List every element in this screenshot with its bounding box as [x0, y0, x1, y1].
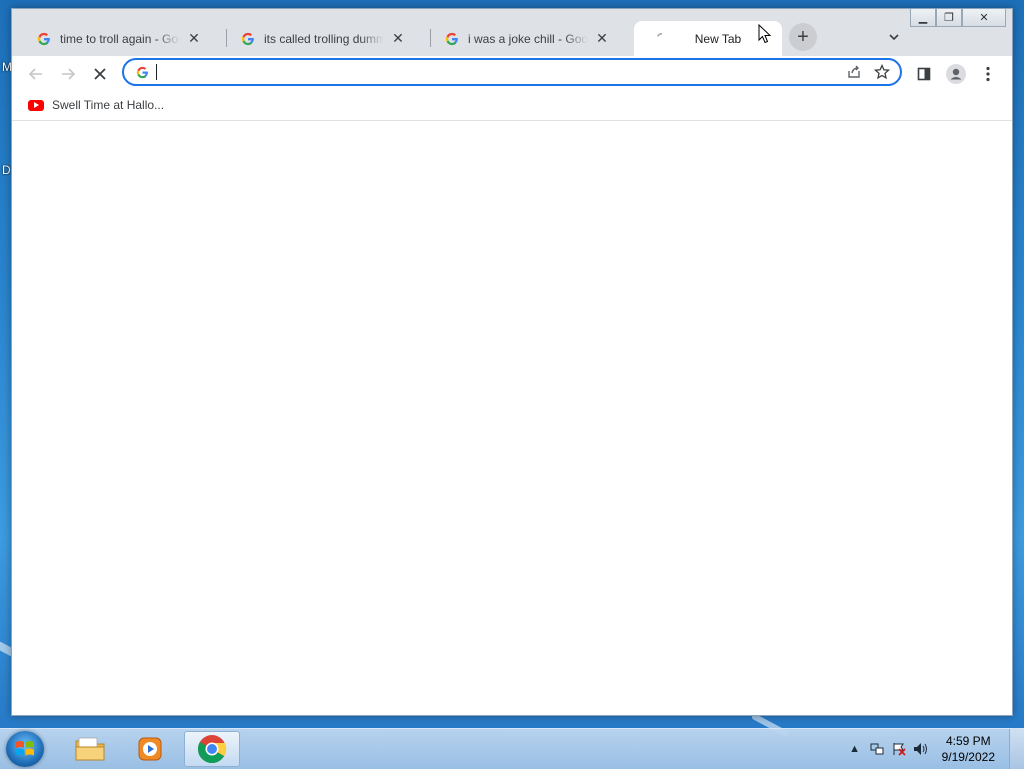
chevron-down-icon: [889, 34, 899, 41]
browser-window: time to troll again - Google ✕ its calle…: [11, 8, 1013, 716]
close-icon[interactable]: ✕: [186, 30, 202, 47]
system-tray: ▲ 4:59 PM 9/19/2022: [844, 729, 1024, 769]
google-g-icon: [444, 31, 460, 47]
youtube-icon: [28, 99, 44, 111]
close-icon[interactable]: ✕: [594, 30, 610, 47]
media-player-icon: [138, 737, 162, 761]
minimize-button[interactable]: ▁: [910, 9, 936, 27]
address-bar[interactable]: [122, 58, 902, 86]
tab-search-button[interactable]: [884, 27, 904, 47]
forward-button[interactable]: [54, 60, 82, 88]
share-button[interactable]: [840, 60, 868, 84]
omnibox-input[interactable]: [163, 61, 840, 83]
stop-x-icon: [94, 68, 106, 80]
side-panel-icon: [917, 67, 931, 81]
clock[interactable]: 4:59 PM 9/19/2022: [942, 733, 995, 765]
bookmarks-bar: Swell Time at Hallo...: [12, 91, 1012, 121]
close-window-button[interactable]: ✕: [962, 9, 1006, 27]
tab-title: i was a joke chill - Google Se: [468, 31, 588, 46]
forward-arrow-icon: [62, 68, 76, 80]
avatar-icon: [946, 64, 966, 84]
tab-title: its called trolling dummy - G: [264, 31, 384, 46]
close-icon: ✕: [979, 12, 989, 24]
minimize-icon: ▁: [918, 12, 928, 24]
taskbar-app-media-player[interactable]: [122, 731, 178, 767]
tab-3[interactable]: i was a joke chill - Google Se ✕: [424, 21, 620, 56]
tab-title: time to troll again - Google: [60, 31, 180, 46]
tab-strip: time to troll again - Google ✕ its calle…: [12, 9, 1012, 56]
clock-time: 4:59 PM: [945, 734, 991, 748]
taskbar: ▲ 4:59 PM 9/19/2022: [0, 728, 1024, 769]
profile-button[interactable]: [942, 60, 970, 88]
start-button[interactable]: [6, 731, 44, 767]
show-hidden-icons-button[interactable]: ▲: [844, 739, 866, 759]
new-tab-button[interactable]: +: [789, 23, 817, 51]
windows-logo-icon: [16, 741, 34, 756]
clock-date: 9/19/2022: [941, 750, 995, 764]
maximize-button[interactable]: ❐: [936, 9, 962, 27]
mouse-cursor-icon: [758, 24, 772, 44]
bookmark-star-button[interactable]: [868, 60, 896, 84]
desktop-icon-label: D: [2, 163, 11, 177]
action-center-flag-icon[interactable]: [888, 739, 910, 759]
show-desktop-button[interactable]: [1009, 729, 1024, 769]
loading-spinner-icon: [654, 31, 670, 47]
stop-button[interactable]: [86, 60, 114, 88]
kebab-menu-icon: [986, 66, 990, 82]
page-content[interactable]: [12, 121, 1012, 715]
tab-2[interactable]: its called trolling dummy - G ✕: [220, 21, 416, 56]
bookmark-item[interactable]: Swell Time at Hallo...: [26, 96, 166, 114]
taskbar-app-chrome[interactable]: [184, 731, 240, 767]
close-icon[interactable]: ✕: [390, 30, 406, 47]
network-icon[interactable]: [866, 739, 888, 759]
google-g-icon: [134, 64, 150, 80]
back-button[interactable]: [22, 60, 50, 88]
volume-icon[interactable]: [910, 739, 932, 759]
bookmark-label: Swell Time at Hallo...: [52, 98, 165, 112]
google-g-icon: [240, 31, 256, 47]
window-controls: ▁ ❐ ✕: [910, 9, 1006, 29]
restore-icon: ❐: [944, 12, 954, 24]
browser-toolbar: [12, 56, 1012, 91]
google-g-icon: [36, 31, 52, 47]
star-icon: [874, 64, 890, 80]
text-caret: [156, 64, 157, 80]
share-icon: [848, 65, 860, 78]
folder-icon: [75, 737, 105, 761]
back-arrow-icon: [28, 68, 42, 80]
menu-button[interactable]: [974, 60, 1002, 88]
tab-1[interactable]: time to troll again - Google ✕: [16, 21, 212, 56]
taskbar-app-explorer[interactable]: [62, 731, 118, 767]
chrome-icon: [197, 735, 227, 764]
side-panel-button[interactable]: [910, 60, 938, 88]
